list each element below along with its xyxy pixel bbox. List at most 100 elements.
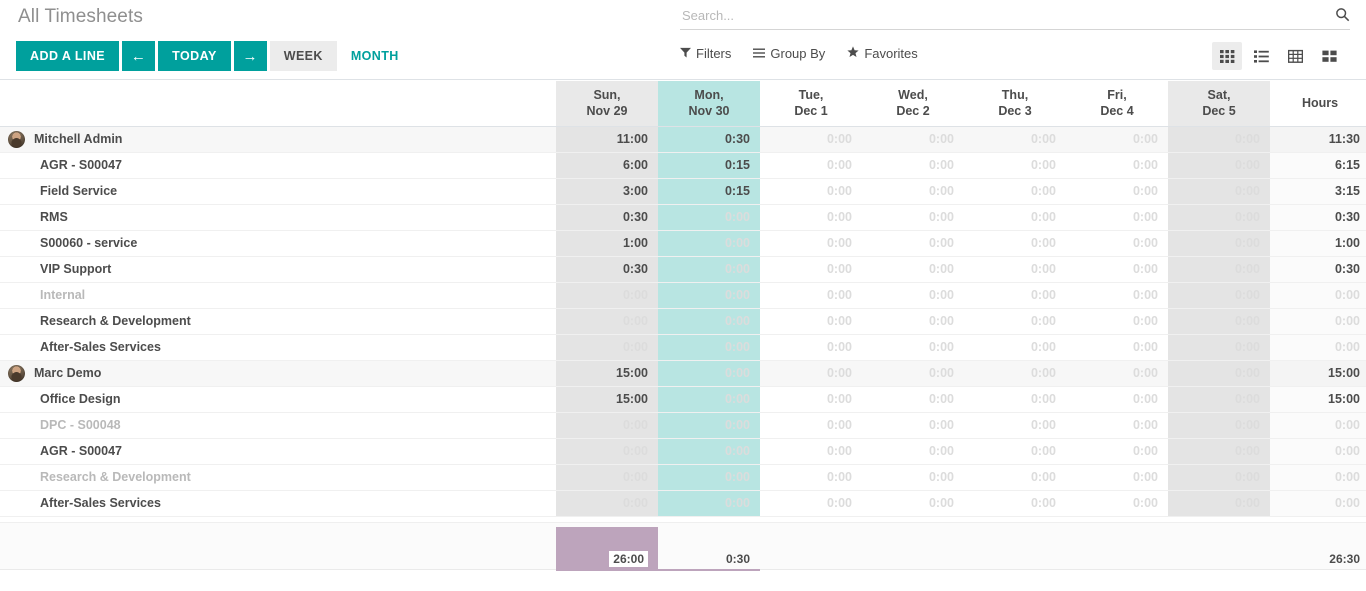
cell-value[interactable]: 0:00 [760,204,862,231]
today-button[interactable]: TODAY [158,41,231,71]
cell-value[interactable]: 0:00 [760,126,862,153]
cell-value[interactable]: 0:00 [862,282,964,309]
cell-value[interactable]: 0:00 [1168,308,1270,335]
cell-value[interactable]: 0:00 [964,438,1066,465]
cell-value[interactable]: 0:00 [964,256,1066,283]
cell-value[interactable]: 0:00 [1168,204,1270,231]
cell-value[interactable]: 0:00 [964,360,1066,387]
cell-value[interactable]: 0:00 [862,438,964,465]
cell-value[interactable]: 0:00 [658,204,760,231]
cell-value[interactable]: 0:00 [1168,256,1270,283]
cell-value[interactable]: 0:00 [964,386,1066,413]
table-row[interactable]: DPC - S00048 0:00 0:00 0:00 0:00 0:00 0:00 0:00… [0,412,1366,439]
cell-value[interactable]: 0:00 [556,282,658,309]
row-label-cell[interactable]: After-Sales Services [0,334,556,361]
table-row[interactable]: VIP Support 0:30 0:00 0:00 0:00 0:00 0:00 0:00 0… [0,256,1366,283]
cell-value[interactable]: 0:00 [1066,438,1168,465]
cell-value[interactable]: 0:15 [658,178,760,205]
row-label-cell[interactable]: Research & Development [0,308,556,335]
group-row[interactable]: Mitchell Admin 11:00 0:30 0:00 0:00 0:00 0:00 0… [0,126,1366,153]
cell-value[interactable]: 0:00 [964,308,1066,335]
cell-value[interactable]: 0:00 [964,152,1066,179]
cell-value[interactable]: 0:00 [658,412,760,439]
cell-value[interactable]: 0:00 [658,230,760,257]
cell-value[interactable]: 0:00 [760,438,862,465]
cell-value[interactable]: 0:00 [658,360,760,387]
row-label-cell[interactable]: DPC - S00048 [0,412,556,439]
cell-value[interactable]: 0:00 [862,230,964,257]
table-row[interactable]: Research & Development 0:00 0:00 0:00 0:00 0:… [0,308,1366,335]
cell-value[interactable]: 0:00 [556,464,658,491]
table-row[interactable]: Office Design 15:00 0:00 0:00 0:00 0:00 0:00 0:… [0,386,1366,413]
cell-value[interactable]: 0:00 [1066,490,1168,517]
cell-value[interactable]: 0:00 [658,464,760,491]
cell-value[interactable]: 0:00 [1066,256,1168,283]
cell-value[interactable]: 0:00 [862,464,964,491]
cell-value[interactable]: 0:00 [1066,282,1168,309]
cell-value[interactable]: 0:00 [760,360,862,387]
cell-value[interactable]: 0:00 [556,308,658,335]
cell-value[interactable]: 0:00 [1168,152,1270,179]
row-label-cell[interactable]: After-Sales Services [0,490,556,517]
cell-value[interactable]: 0:00 [1066,464,1168,491]
cell-value[interactable]: 0:00 [658,282,760,309]
search-input[interactable] [680,8,1335,26]
cell-value[interactable]: 0:00 [1066,126,1168,153]
cell-value[interactable]: 0:00 [760,308,862,335]
cell-value[interactable]: 0:00 [760,282,862,309]
total-bar-cell-0[interactable]: 26:00 [556,523,658,571]
cell-value[interactable]: 0:00 [862,360,964,387]
cell-value[interactable]: 11:00 [556,126,658,153]
row-label-cell[interactable]: Field Service [0,178,556,205]
table-row[interactable]: RMS 0:30 0:00 0:00 0:00 0:00 0:00 0:00 0:30 [0,204,1366,231]
list-view-icon[interactable] [1246,42,1276,70]
cell-value[interactable]: 0:00 [556,412,658,439]
cell-value[interactable]: 0:00 [1066,152,1168,179]
cell-value[interactable]: 0:00 [1168,178,1270,205]
cell-value[interactable]: 0:00 [1168,438,1270,465]
cell-value[interactable]: 0:00 [1168,464,1270,491]
cell-value[interactable]: 1:00 [556,230,658,257]
cell-value[interactable]: 0:00 [760,334,862,361]
cell-value[interactable]: 15:00 [556,386,658,413]
row-label-cell[interactable]: Marc Demo [0,360,556,387]
cell-value[interactable]: 0:00 [1168,360,1270,387]
cell-value[interactable]: 0:00 [1168,230,1270,257]
table-row[interactable]: AGR - S00047 0:00 0:00 0:00 0:00 0:00 0:00 0:00… [0,438,1366,465]
cell-value[interactable]: 0:00 [862,204,964,231]
cell-value[interactable]: 0:00 [862,412,964,439]
pivot-view-icon[interactable] [1280,42,1310,70]
cell-value[interactable]: 0:00 [1168,126,1270,153]
row-label-cell[interactable]: RMS [0,204,556,231]
cell-value[interactable]: 0:00 [862,334,964,361]
cell-value[interactable]: 0:00 [862,152,964,179]
row-label-cell[interactable]: Internal [0,282,556,309]
search-bar[interactable] [680,5,1350,30]
cell-value[interactable]: 0:00 [862,308,964,335]
row-label-cell[interactable]: Office Design [0,386,556,413]
cell-value[interactable]: 0:00 [760,412,862,439]
scale-month-button[interactable]: MONTH [337,41,413,71]
next-period-button[interactable]: → [233,41,267,71]
scale-week-button[interactable]: WEEK [269,41,337,71]
table-row[interactable]: Research & Development 0:00 0:00 0:00 0:00 0:… [0,464,1366,491]
cell-value[interactable]: 0:00 [658,256,760,283]
cell-value[interactable]: 0:00 [1168,412,1270,439]
cell-value[interactable]: 0:00 [1066,334,1168,361]
cell-value[interactable]: 0:00 [556,490,658,517]
cell-value[interactable]: 0:00 [556,438,658,465]
table-row[interactable]: Field Service 3:00 0:15 0:00 0:00 0:00 0:00 0:0… [0,178,1366,205]
cell-value[interactable]: 0:00 [1168,282,1270,309]
cell-value[interactable]: 0:00 [1066,308,1168,335]
table-row[interactable]: After-Sales Services 0:00 0:00 0:00 0:00 0:00… [0,490,1366,517]
cell-value[interactable]: 0:00 [760,256,862,283]
filters-menu[interactable]: Filters [680,46,731,61]
grid-view-icon[interactable] [1212,42,1242,70]
cell-value[interactable]: 0:30 [556,256,658,283]
cell-value[interactable]: 0:30 [658,126,760,153]
table-row[interactable]: S00060 - service 1:00 0:00 0:00 0:00 0:00 0:00… [0,230,1366,257]
cell-value[interactable]: 0:00 [760,490,862,517]
cell-value[interactable]: 0:00 [1066,412,1168,439]
table-row[interactable]: After-Sales Services 0:00 0:00 0:00 0:00 0:00… [0,334,1366,361]
cell-value[interactable]: 0:00 [964,204,1066,231]
